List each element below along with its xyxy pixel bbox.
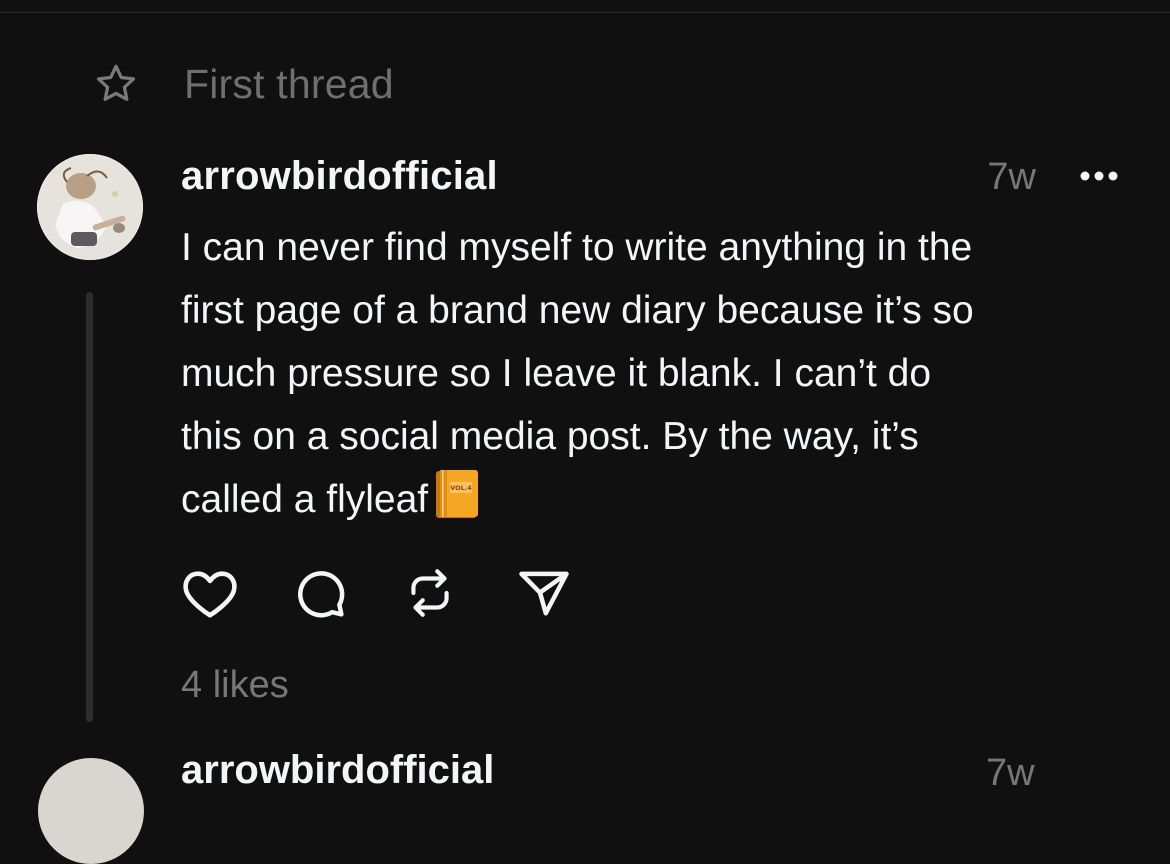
avatar[interactable] [37,154,143,260]
repost-icon[interactable] [405,566,517,620]
post: arrowbirdofficial 7w I can never find my… [181,150,1141,521]
comment-icon[interactable] [293,566,405,620]
next-post-timestamp: 7w [986,752,1035,794]
thread-line [86,292,93,722]
post-header: arrowbirdofficial 7w [181,150,1141,200]
next-post-avatar[interactable] [38,758,144,864]
post-text-line: I can never find myself to write anythin… [181,226,973,269]
star-icon[interactable] [92,60,140,108]
post-body: I can never find myself to write anythin… [181,216,1141,539]
post-text-line: this on a social media post. By the way,… [181,415,919,458]
next-post-username[interactable]: arrowbirdofficial [181,748,494,793]
thread-title: First thread [184,60,394,107]
more-horizontal-icon[interactable] [1075,158,1123,194]
send-icon[interactable] [517,566,629,620]
post-text-line: much pressure so I leave it blank. I can… [181,352,932,395]
emoji-label: VOL.4 [450,484,472,492]
timestamp: 7w [987,156,1036,198]
username[interactable]: arrowbirdofficial [181,154,498,199]
likes-count[interactable]: 4 likes [181,664,289,707]
action-bar [181,566,629,620]
orange-book-emoji: VOL.4 [434,468,480,539]
post-text-line-last: called a flyleaf VOL.4 [181,468,1141,539]
heart-icon[interactable] [181,566,293,620]
post-text-line: first page of a brand new diary because … [181,289,974,332]
top-divider [0,12,1170,13]
post-text-line: called a flyleaf [181,478,429,521]
thread-header[interactable]: First thread [92,58,394,110]
